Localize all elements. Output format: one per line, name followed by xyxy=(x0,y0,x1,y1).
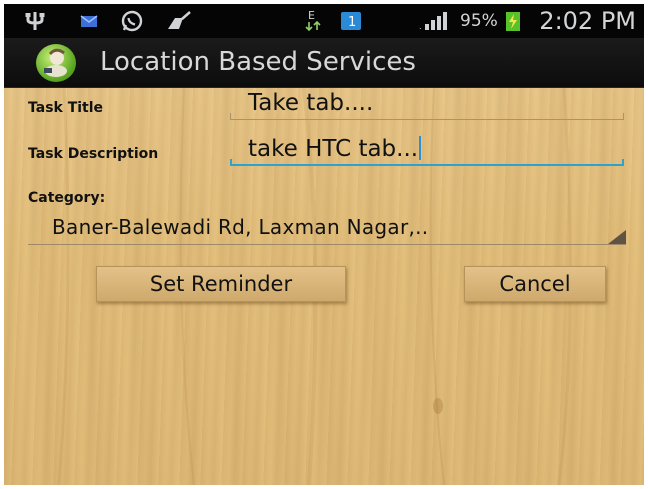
signal-icon: . xyxy=(418,4,454,38)
whatsapp-icon xyxy=(118,4,146,38)
category-spinner[interactable]: Baner-Balewadi Rd, Laxman Nagar,.. xyxy=(28,215,626,245)
task-description-value-wrap: take HTC tab... xyxy=(248,136,422,162)
task-title-value: Take tab.... xyxy=(248,90,374,116)
app-icon[interactable] xyxy=(36,44,76,82)
task-description-underline xyxy=(230,164,624,166)
cleaner-icon xyxy=(164,4,194,38)
task-title-input[interactable]: Take tab.... xyxy=(230,90,624,120)
field-corner-right xyxy=(623,113,624,120)
task-title-label: Task Title xyxy=(28,100,104,116)
task-description-input[interactable]: take HTC tab... xyxy=(230,136,624,166)
set-reminder-button[interactable]: Set Reminder xyxy=(96,266,346,302)
dropdown-arrow-icon xyxy=(608,230,626,244)
app-title: Location Based Services xyxy=(100,47,416,77)
battery-charging-icon xyxy=(502,4,524,38)
usb-icon xyxy=(22,4,48,38)
field-corner-right xyxy=(622,159,624,166)
cancel-button[interactable]: Cancel xyxy=(464,266,606,302)
message-icon xyxy=(78,4,100,38)
status-bar: E 1 . 95% 2:02 PM xyxy=(4,4,644,38)
sim-icon: 1 xyxy=(338,4,364,38)
field-corner-left xyxy=(230,113,231,120)
task-description-value: take HTC tab... xyxy=(248,136,419,162)
action-bar: Location Based Services xyxy=(4,38,644,89)
clock: 2:02 PM xyxy=(539,7,636,35)
field-corner-left xyxy=(230,159,232,166)
category-underline xyxy=(28,244,626,245)
task-title-underline xyxy=(230,119,624,120)
svg-text:E: E xyxy=(308,9,315,22)
app-screen: E 1 . 95% 2:02 PM Location Based Service… xyxy=(4,4,644,485)
category-value: Baner-Balewadi Rd, Laxman Nagar,.. xyxy=(52,215,429,239)
svg-text:.: . xyxy=(419,22,422,31)
data-transfer-icon: E xyxy=(302,4,324,38)
task-description-label: Task Description xyxy=(28,146,159,162)
text-cursor xyxy=(419,136,422,160)
battery-percent: 95% xyxy=(460,11,498,31)
svg-text:1: 1 xyxy=(348,15,356,30)
category-label: Category: xyxy=(28,190,106,206)
